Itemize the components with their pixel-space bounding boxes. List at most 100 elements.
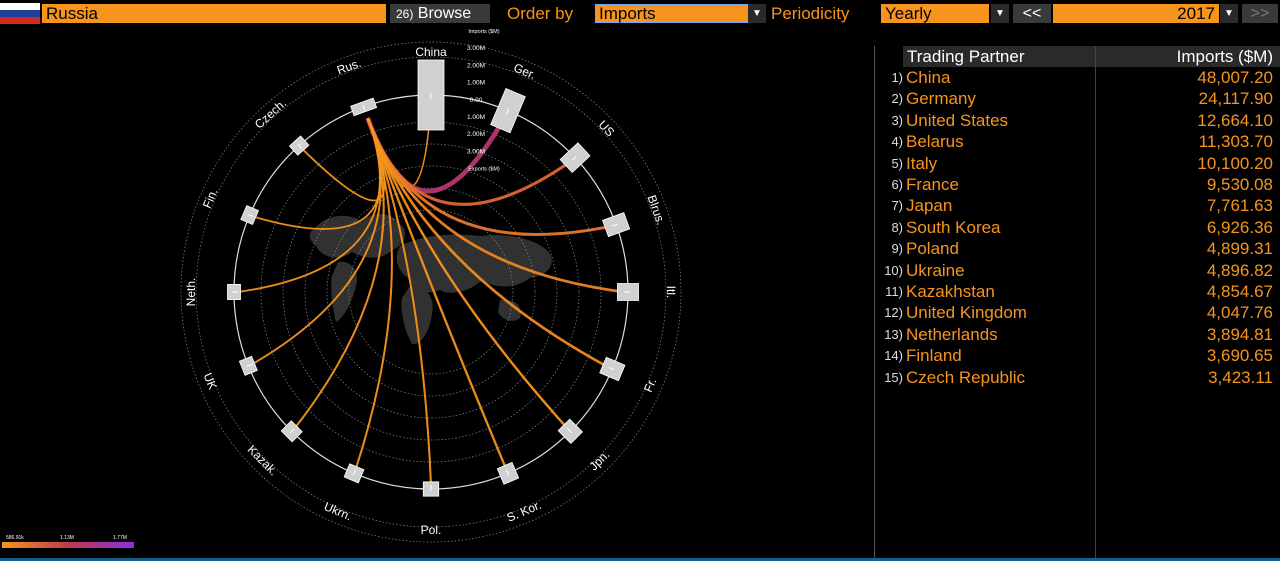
node-uk[interactable] bbox=[238, 355, 258, 376]
periodicity-chevron-down-icon[interactable]: ▼ bbox=[991, 4, 1009, 23]
label-kazak: Kazak. bbox=[245, 442, 281, 478]
legend-label-high: 1.77M bbox=[113, 535, 127, 541]
scale-label: 0.00 bbox=[470, 97, 483, 104]
label-skor: S. Kor. bbox=[505, 498, 544, 525]
node-ger[interactable] bbox=[490, 88, 526, 134]
table-row[interactable]: 14) Finland 3,690.65 bbox=[875, 345, 1280, 366]
row-partner-name: United States bbox=[906, 110, 1009, 130]
node-skor[interactable] bbox=[496, 461, 520, 485]
next-year-button[interactable]: >> bbox=[1242, 4, 1278, 23]
row-partner-name: Netherlands bbox=[906, 324, 998, 344]
label-itl: Itl. bbox=[664, 286, 678, 299]
table-row[interactable]: 4) Belarus 11,303.70 bbox=[875, 131, 1280, 152]
row-rank: 8) bbox=[891, 219, 903, 235]
table-row[interactable]: 7) Japan 7,761.63 bbox=[875, 195, 1280, 216]
node-blrus[interactable] bbox=[602, 212, 631, 238]
node-fin[interactable] bbox=[240, 205, 260, 225]
table-row[interactable]: 3) United States 12,664.10 bbox=[875, 110, 1280, 131]
periodicity-label: Periodicity bbox=[771, 4, 850, 23]
row-partner-name: Poland bbox=[906, 239, 959, 259]
row-rank: 15) bbox=[884, 369, 903, 385]
year-chevron-down-icon[interactable]: ▼ bbox=[1220, 4, 1238, 23]
legend-label-low: 586.91k bbox=[6, 535, 24, 541]
table-row[interactable]: 12) United Kingdom 4,047.76 bbox=[875, 302, 1280, 323]
order-by-label: Order by bbox=[507, 4, 574, 23]
row-imports-value: 7,761.63 bbox=[1206, 196, 1273, 216]
chevron-down-icon[interactable]: ▼ bbox=[748, 4, 766, 23]
ribbon-fin[interactable] bbox=[253, 117, 382, 230]
label-pol: Pol. bbox=[421, 523, 442, 537]
scale-label: 3.00M bbox=[467, 148, 485, 155]
label-czech: Czech. bbox=[252, 96, 289, 131]
ribbon-czech[interactable] bbox=[301, 117, 386, 202]
table-row[interactable]: 9) Poland 4,899.31 bbox=[875, 238, 1280, 259]
table-row[interactable]: 1) China 48,007.20 bbox=[875, 67, 1280, 88]
column-header-imports[interactable]: Imports ($M) bbox=[1097, 46, 1280, 67]
node-origin[interactable] bbox=[350, 97, 378, 117]
row-rank: 5) bbox=[891, 155, 903, 171]
row-imports-value: 11,303.70 bbox=[1198, 132, 1273, 152]
node-ukrn[interactable] bbox=[343, 463, 365, 484]
row-rank: 6) bbox=[891, 177, 903, 192]
table-row[interactable]: 15) Czech Republic 3,423.11 bbox=[875, 367, 1280, 388]
column-header-partner[interactable]: Trading Partner bbox=[903, 46, 1097, 67]
row-partner-name: China bbox=[906, 68, 951, 87]
row-rank: 2) bbox=[891, 91, 903, 107]
node-pol[interactable] bbox=[422, 481, 440, 497]
browse-button[interactable]: 26) Browse bbox=[390, 4, 490, 23]
periodicity-select[interactable]: Yearly bbox=[881, 4, 989, 23]
label-ger: Ger. bbox=[512, 60, 538, 82]
table-row[interactable]: 10) Ukraine 4,896.82 bbox=[875, 260, 1280, 281]
table-row[interactable]: 6) France 9,530.08 bbox=[875, 174, 1280, 195]
label-jpn: Jpn. bbox=[586, 447, 612, 473]
order-by-select[interactable]: Imports bbox=[595, 4, 765, 23]
legend-label-mid: 1.13M bbox=[60, 535, 74, 541]
row-partner-name: Czech Republic bbox=[906, 367, 1026, 387]
table-row[interactable]: 2) Germany 24,117.90 bbox=[875, 88, 1280, 109]
row-imports-value: 4,896.82 bbox=[1206, 260, 1273, 280]
partner-table: Trading Partner Imports ($M) 1) China 48,0… bbox=[874, 46, 1280, 560]
row-rank: 13) bbox=[884, 326, 903, 342]
row-imports-value: 4,854.67 bbox=[1206, 282, 1273, 301]
node-fr[interactable] bbox=[599, 356, 626, 382]
row-imports-value: 3,690.65 bbox=[1206, 346, 1273, 366]
table-row[interactable]: 8) South Korea 6,926.36 bbox=[875, 217, 1280, 238]
browse-count: 26) bbox=[396, 7, 414, 21]
label-us: US bbox=[596, 118, 618, 140]
label-blrus: Blrus. bbox=[645, 193, 669, 227]
scale-label: 2.00M bbox=[467, 131, 485, 138]
table-row[interactable]: 11) Kazakhstan 4,854.67 bbox=[875, 281, 1280, 302]
scale-label: 1.00M bbox=[467, 80, 485, 87]
row-imports-value: 4,047.76 bbox=[1206, 303, 1273, 323]
row-rank: 1) bbox=[891, 70, 903, 85]
russia-flag-icon bbox=[0, 3, 40, 24]
row-imports-value: 3,423.11 bbox=[1208, 367, 1273, 387]
node-china[interactable] bbox=[417, 59, 445, 131]
value-scale-axis: Imports ($M) 3.00M 2.00M 1.00M 0.00 1.00M 2.00… bbox=[467, 29, 500, 173]
table-row[interactable]: 13) Netherlands 3,894.81 bbox=[875, 324, 1280, 345]
row-partner-name: Finland bbox=[906, 346, 962, 366]
prev-year-button[interactable]: << bbox=[1013, 4, 1051, 23]
row-partner-name: Japan bbox=[906, 196, 953, 216]
scale-label: 1.00M bbox=[467, 114, 485, 121]
row-imports-value: 12,664.10 bbox=[1197, 110, 1273, 130]
year-field[interactable]: 2017 bbox=[1053, 4, 1219, 23]
row-imports-value: 24,117.90 bbox=[1198, 89, 1273, 109]
row-imports-value: 10,100.20 bbox=[1197, 153, 1273, 173]
row-rank: 12) bbox=[884, 305, 903, 321]
row-partner-name: Kazakhstan bbox=[906, 282, 995, 301]
node-itl[interactable] bbox=[617, 283, 639, 301]
row-rank: 3) bbox=[891, 112, 903, 128]
row-rank: 11) bbox=[885, 284, 903, 299]
row-rank: 4) bbox=[891, 134, 903, 150]
row-rank: 14) bbox=[884, 348, 903, 364]
row-imports-value: 6,926.36 bbox=[1206, 217, 1273, 237]
label-ukrn: Ukrn. bbox=[322, 499, 354, 523]
row-partner-name: Germany bbox=[906, 89, 976, 109]
table-row[interactable]: 5) Italy 10,100.20 bbox=[875, 153, 1280, 174]
country-field[interactable]: Russia bbox=[42, 4, 386, 23]
node-neth[interactable] bbox=[227, 284, 241, 300]
row-imports-value: 4,899.31 bbox=[1206, 239, 1273, 259]
row-partner-name: United Kingdom bbox=[906, 303, 1027, 323]
color-legend-bar bbox=[2, 542, 134, 548]
